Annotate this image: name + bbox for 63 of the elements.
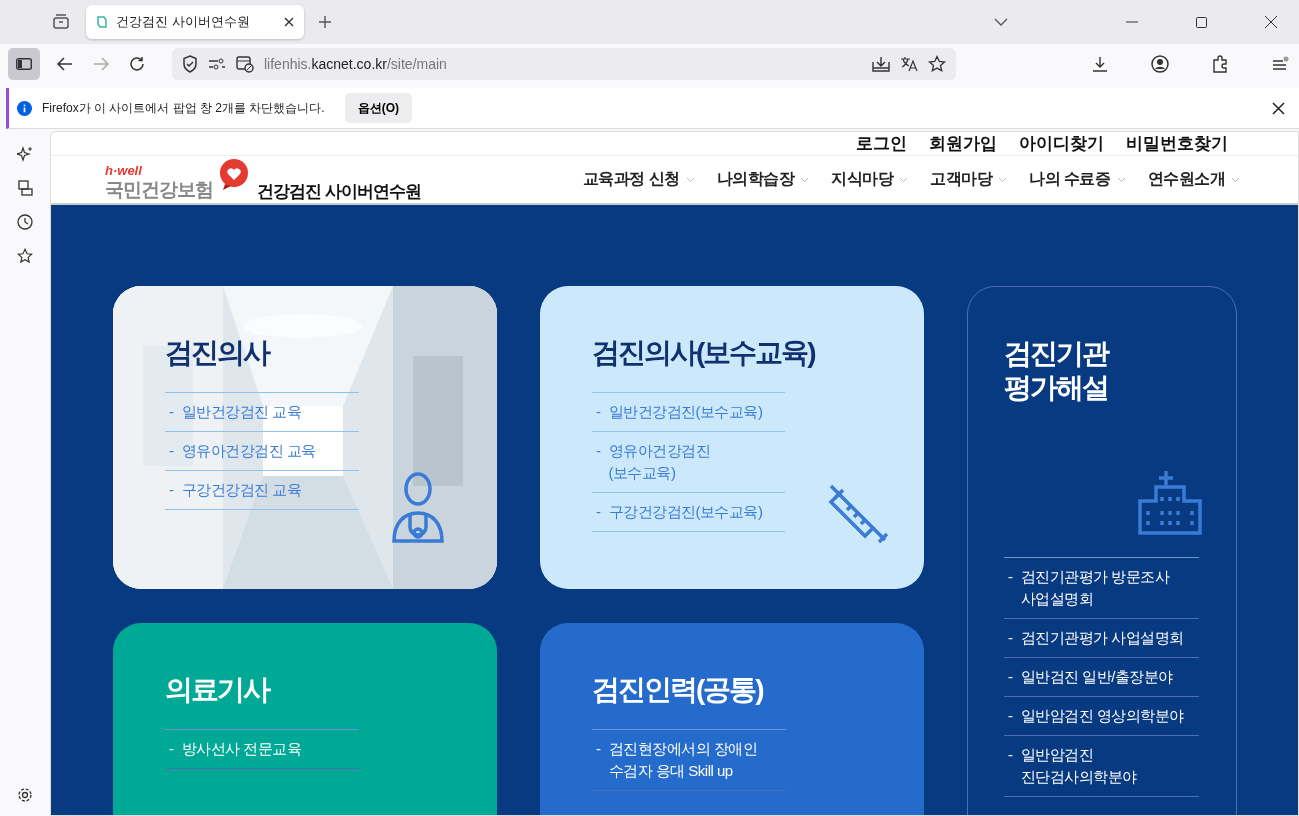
header-link[interactable]: 아이디찾기 [1019,132,1104,155]
info-icon [17,100,32,116]
course-link[interactable]: - 일반암검진 진단검사의학분야 [1004,736,1199,797]
blocked-popup-icon[interactable] [236,55,254,73]
account-icon[interactable] [1149,53,1171,75]
history-icon[interactable] [14,211,36,233]
course-card[interactable]: 검진기관 평가해설 - 검진기관평가 방문조사 사업설명회 - 검진기관평가 사업설명회 - 일반검진 일반/출장분야 - 일반암검진 영상의학분야 - 일반암검진 진단검사의학분야 [967,286,1237,815]
course-link[interactable]: - 영유아건강검진 교육 [165,432,359,471]
nav-menu-item[interactable]: 나의학습장 [716,169,810,190]
heart-logo-icon [217,158,251,192]
address-bar[interactable]: lifenhis.kacnet.co.kr/site/main [172,48,956,80]
plus-icon[interactable] [318,15,332,29]
course-link[interactable]: - 일반건강검진 교육 [165,393,359,432]
card-title: 검진인력(공통) [592,673,764,707]
permissions-icon[interactable] [208,58,226,70]
sidebar-icon [16,58,32,70]
tab-title: 건강검진 사이버연수원 [116,13,251,31]
star-icon[interactable] [928,55,946,73]
card-title: 검진기관 평가해설 [1004,337,1110,405]
doctor-icon [390,471,446,545]
nav-menu-item[interactable]: 고객마당 [930,169,1008,190]
nav-menu-item[interactable]: 지식마당 [831,169,909,190]
caret-icon [1231,176,1240,183]
maximize-icon[interactable] [1196,16,1207,28]
course-card[interactable]: 검진인력(공통) - 검진현장에서의 장애인 수검자 응대 Skill up [540,623,924,815]
browser-tab[interactable]: 건강검진 사이버연수원 [86,5,304,39]
options-button[interactable]: 옵션(O) [344,93,412,123]
course-card[interactable]: 검진의사 - 일반건강검진 교육 - 영유아건강검진 교육 - 구강건강검진 교육 [113,286,497,589]
close-icon[interactable] [284,17,294,27]
caret-icon [685,176,695,183]
card-title: 의료기사 [165,673,271,707]
header-link[interactable]: 로그인 [856,132,907,155]
url-text: lifenhis.kacnet.co.kr/site/main [264,56,448,72]
course-link[interactable]: - 검진기관평가 사업설명회 [1004,619,1199,658]
card-title: 검진의사(보수교육) [592,336,816,370]
course-link[interactable]: - 검진기관평가 방문조사 사업설명회 [1004,558,1199,619]
shield-icon[interactable] [182,55,198,73]
course-link[interactable]: - 일반검진 일반/출장분야 [1004,658,1199,697]
course-link[interactable]: - 구강건강검진 교육 [165,471,359,510]
caret-icon [998,176,1008,183]
caret-icon [800,176,810,183]
caret-icon [1116,176,1126,183]
header-link[interactable]: 회원가입 [929,132,997,155]
logo-tagline: h·well [105,164,143,177]
close-icon[interactable] [1272,101,1285,115]
nav-menu-item[interactable]: 나의 수료증 [1029,169,1126,190]
caret-icon [899,176,909,183]
translate-icon[interactable] [900,56,918,72]
notification-text: Firefox가 이 사이트에서 팝업 창 2개를 차단했습니다. [42,99,325,117]
header-link[interactable]: 비밀번호찾기 [1126,132,1228,155]
course-link[interactable]: - 일반암검진 영상의학분야 [1004,697,1199,736]
site-title: 건강검진 사이버연수원 [257,181,421,203]
course-link[interactable]: - 검진현장에서의 장애인 수검자 응대 Skill up [592,730,786,791]
close-icon[interactable] [1265,16,1277,28]
chevron-down-icon[interactable] [994,18,1008,26]
nav-menu-item[interactable]: 교육과정 신청 [582,169,695,190]
syringe-icon [827,482,891,546]
card-title: 검진의사 [165,336,271,370]
save-to-pocket-icon[interactable] [872,56,890,72]
sidebar-toggle-button[interactable] [8,48,40,80]
logo-brand: 국민건강보험 [105,178,213,202]
nav-menu-item[interactable]: 연수원소개 [1147,169,1240,190]
site-icon [96,15,108,29]
